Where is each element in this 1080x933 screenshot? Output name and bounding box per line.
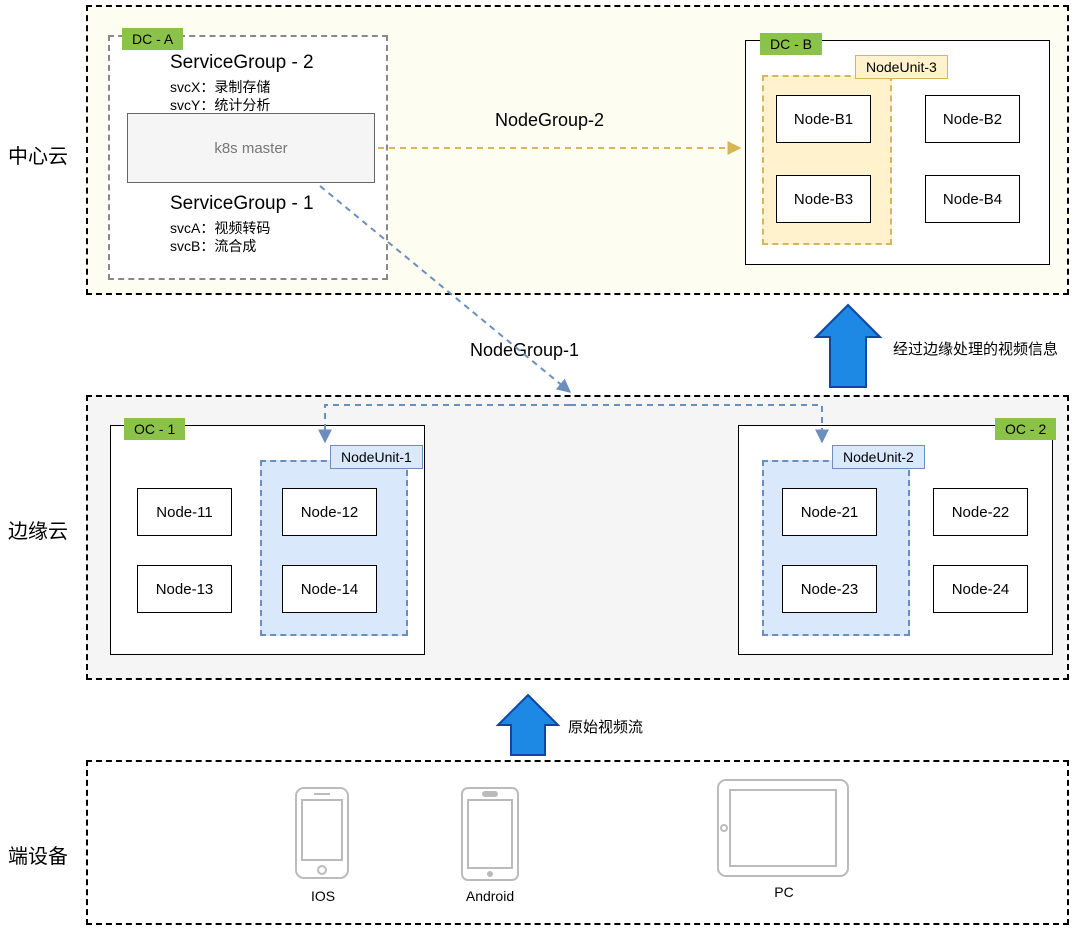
node-12: Node-12 [282, 488, 377, 536]
nodeunit2-tag: NodeUnit-2 [832, 445, 925, 469]
node-13: Node-13 [137, 565, 232, 613]
arrow2-label: 经过边缘处理的视频信息 [893, 338, 1058, 359]
node-14: Node-14 [282, 565, 377, 613]
oc2-tag: OC - 2 [995, 418, 1056, 440]
device-android-label: Android [462, 888, 518, 904]
nodegroup1-label: NodeGroup-1 [470, 340, 579, 361]
node-b4: Node-B4 [925, 175, 1020, 223]
label-edge-cloud: 边缘云 [8, 515, 68, 544]
oc1-tag: OC - 1 [124, 418, 185, 440]
label-center-cloud: 中心云 [8, 140, 68, 169]
node-23: Node-23 [782, 565, 877, 613]
dc-b-tag: DC - B [760, 33, 822, 55]
sg2-svcx: svcX：录制存储 [170, 77, 270, 97]
k8s-master-box: k8s master [127, 113, 375, 183]
sg1-svca: svcA：视频转码 [170, 218, 270, 238]
dc-a-tag: DC - A [122, 28, 183, 50]
nodeunit1-tag: NodeUnit-1 [330, 445, 423, 469]
nodegroup2-label: NodeGroup-2 [495, 110, 604, 131]
sg2-title: ServiceGroup - 2 [170, 52, 314, 74]
sg2-svcy: svcY：统计分析 [170, 95, 270, 115]
sg1-title: ServiceGroup - 1 [170, 193, 314, 215]
node-b3: Node-B3 [776, 175, 871, 223]
device-ios-label: IOS [308, 888, 338, 904]
node-24: Node-24 [933, 565, 1028, 613]
device-pc-label: PC [772, 884, 796, 900]
node-11: Node-11 [137, 488, 232, 536]
node-22: Node-22 [933, 488, 1028, 536]
node-21: Node-21 [782, 488, 877, 536]
arrow1-label: 原始视频流 [568, 716, 643, 737]
nodeunit3-tag: NodeUnit-3 [855, 55, 948, 79]
sg1-svcb: svcB：流合成 [170, 236, 256, 256]
devices-box [86, 760, 1069, 925]
label-devices: 端设备 [8, 840, 68, 869]
node-b1: Node-B1 [776, 95, 871, 143]
node-b2: Node-B2 [925, 95, 1020, 143]
